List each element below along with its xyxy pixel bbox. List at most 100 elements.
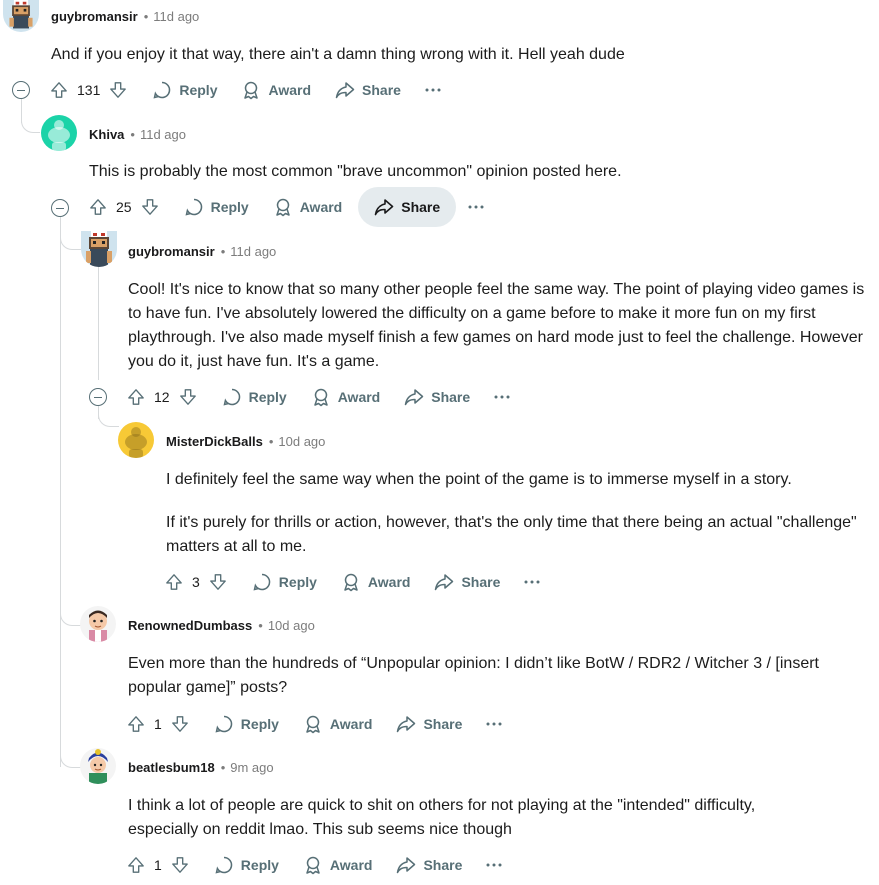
collapse-button[interactable]: [12, 81, 30, 99]
more-options-button[interactable]: [474, 704, 514, 744]
award-label: Award: [337, 389, 381, 405]
reply-button[interactable]: Reply: [202, 704, 291, 744]
reply-button[interactable]: Reply: [210, 377, 299, 417]
share-button[interactable]: Share: [384, 704, 474, 744]
thread-connector: [98, 406, 119, 427]
vote-count: 1: [154, 857, 162, 873]
reply-button[interactable]: Reply: [140, 70, 229, 110]
more-options-button[interactable]: [474, 845, 514, 885]
comment-body: I think a lot of people are quick to shi…: [128, 794, 828, 842]
timestamp[interactable]: 11d ago: [153, 9, 199, 24]
more-options-button[interactable]: [456, 187, 496, 227]
timestamp[interactable]: 11d ago: [140, 127, 186, 142]
upvote-icon[interactable]: [126, 387, 146, 407]
share-label: Share: [401, 199, 441, 215]
award-button[interactable]: Award: [261, 187, 355, 227]
downvote-icon[interactable]: [208, 572, 228, 592]
reply-button[interactable]: Reply: [240, 562, 329, 602]
thread-line-guybromansir-reply[interactable]: [98, 267, 99, 380]
share-icon: [397, 716, 416, 733]
author-name[interactable]: RenownedDumbass: [128, 618, 252, 633]
avatar[interactable]: [118, 422, 154, 458]
avatar[interactable]: [81, 231, 117, 267]
share-button[interactable]: Share: [358, 187, 457, 227]
more-options-button[interactable]: [512, 562, 552, 602]
comment-paragraph: This is probably the most common "brave …: [89, 163, 622, 180]
more-options-icon: [524, 580, 540, 584]
more-options-icon: [468, 205, 484, 209]
author-name[interactable]: MisterDickBalls: [166, 434, 263, 449]
award-button[interactable]: Award: [329, 562, 423, 602]
award-label: Award: [329, 716, 373, 732]
award-icon: [244, 81, 259, 100]
timestamp[interactable]: 9m ago: [230, 760, 273, 775]
award-button[interactable]: Award: [299, 377, 393, 417]
share-icon: [374, 199, 394, 216]
vote-controls: 1: [126, 714, 190, 734]
comment-body: This is probably the most common "brave …: [89, 160, 869, 184]
author-name[interactable]: Khiva: [89, 127, 124, 142]
more-options-icon: [486, 722, 502, 726]
award-button[interactable]: Award: [291, 845, 385, 885]
more-options-button[interactable]: [413, 70, 453, 110]
share-button[interactable]: Share: [384, 845, 474, 885]
pixel-avatar-icon: [86, 231, 112, 267]
author-name[interactable]: beatlesbum18: [128, 760, 215, 775]
upvote-icon[interactable]: [164, 572, 184, 592]
reply-label: Reply: [210, 199, 249, 215]
comment-paragraph: Even more than the hundreds of “Unpopula…: [128, 655, 819, 696]
downvote-icon[interactable]: [170, 714, 190, 734]
reply-label: Reply: [278, 574, 317, 590]
author-name[interactable]: guybromansir: [51, 9, 138, 24]
reply-button[interactable]: Reply: [202, 845, 291, 885]
comment-paragraph: I think a lot of people are quick to shi…: [128, 797, 756, 838]
upvote-icon[interactable]: [49, 80, 69, 100]
avatar[interactable]: [3, 0, 39, 32]
thread-line-khiva[interactable]: [60, 217, 61, 767]
share-button[interactable]: Share: [392, 377, 482, 417]
reply-button[interactable]: Reply: [172, 187, 261, 227]
share-button[interactable]: Share: [323, 70, 413, 110]
separator-dot: •: [143, 8, 149, 24]
vote-count: 3: [192, 574, 200, 590]
downvote-icon[interactable]: [178, 387, 198, 407]
reply-label: Reply: [179, 82, 218, 98]
award-label: Award: [268, 82, 312, 98]
vote-count: 25: [116, 199, 132, 215]
more-options-button[interactable]: [482, 377, 522, 417]
downvote-icon[interactable]: [108, 80, 128, 100]
upvote-icon[interactable]: [126, 714, 146, 734]
collapse-button[interactable]: [51, 199, 69, 217]
author-name[interactable]: guybromansir: [128, 244, 215, 259]
upvote-icon[interactable]: [126, 855, 146, 875]
timestamp[interactable]: 10d ago: [278, 434, 325, 449]
downvote-icon[interactable]: [170, 855, 190, 875]
comment-paragraph: And if you enjoy it that way, there ain'…: [51, 46, 625, 63]
thread-connector: [60, 746, 81, 768]
collapse-button[interactable]: [89, 388, 107, 406]
avatar[interactable]: [41, 115, 77, 151]
comment-body: I definitely feel the same way when the …: [166, 468, 866, 559]
comment-paragraph: I definitely feel the same way when the …: [166, 471, 792, 488]
award-button[interactable]: Award: [291, 704, 385, 744]
upvote-icon[interactable]: [88, 197, 108, 217]
vote-controls: 1: [126, 855, 190, 875]
vote-count: 1: [154, 716, 162, 732]
share-icon: [405, 389, 424, 406]
avatar[interactable]: [80, 748, 116, 784]
share-label: Share: [461, 574, 501, 590]
share-label: Share: [423, 716, 463, 732]
downvote-icon[interactable]: [140, 197, 160, 217]
reply-label: Reply: [248, 389, 287, 405]
award-icon: [306, 856, 320, 875]
share-button[interactable]: Share: [422, 562, 512, 602]
award-button[interactable]: Award: [229, 70, 323, 110]
avatar[interactable]: [80, 606, 116, 642]
timestamp[interactable]: 11d ago: [230, 244, 276, 259]
award-label: Award: [367, 574, 411, 590]
reply-label: Reply: [240, 716, 279, 732]
reply-icon: [223, 388, 240, 406]
comment-body: And if you enjoy it that way, there ain'…: [51, 43, 861, 67]
comment-actions: 3 Reply Award Share: [164, 564, 552, 600]
timestamp[interactable]: 10d ago: [268, 618, 315, 633]
